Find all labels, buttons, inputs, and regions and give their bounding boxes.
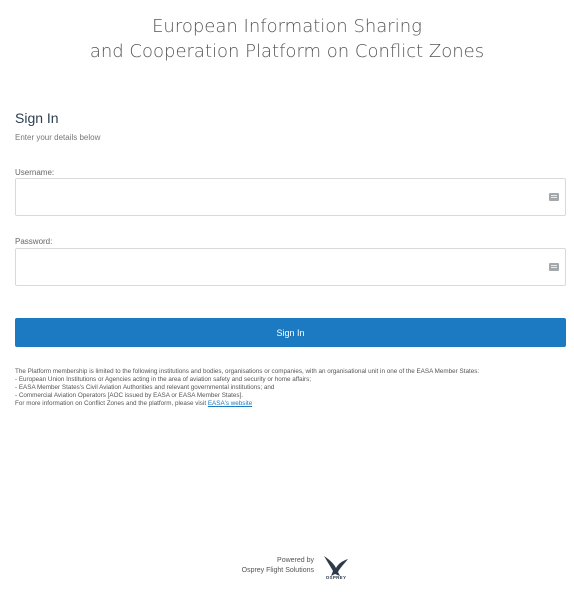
more-info-text: For more information on Conflict Zones a… — [15, 400, 208, 407]
membership-info: The Platform membership is limited to th… — [15, 368, 570, 408]
signin-subtitle: Enter your details below — [15, 133, 101, 142]
membership-info-intro: The Platform membership is limited to th… — [15, 368, 480, 375]
more-info-line: For more information on Conflict Zones a… — [15, 400, 570, 408]
page-title: European Information Sharing and Coopera… — [0, 14, 574, 64]
keyboard-icon[interactable] — [549, 263, 559, 271]
password-input[interactable] — [16, 249, 565, 285]
membership-info-item: - EASA Member States's Civil Aviation Au… — [15, 384, 275, 391]
signin-button[interactable]: Sign In — [15, 318, 566, 347]
membership-info-item: - European Union Institutions or Agencie… — [15, 376, 312, 383]
company-name: Osprey Flight Solutions — [241, 567, 314, 574]
keyboard-icon[interactable] — [549, 193, 559, 201]
membership-info-item: - Commercial Aviation Operators [AOC iss… — [15, 392, 244, 399]
username-field — [15, 178, 566, 216]
powered-by-label: Powered by — [277, 557, 314, 564]
password-field — [15, 248, 566, 286]
page-title-line2: and Cooperation Platform on Conflict Zon… — [89, 41, 485, 62]
signin-heading: Sign In — [15, 110, 59, 126]
password-label: Password: — [15, 237, 53, 246]
osprey-logo-text: OSPREY — [325, 575, 347, 580]
username-input[interactable] — [16, 179, 565, 215]
easa-website-link[interactable]: EASA's website — [208, 400, 252, 407]
page-title-line1: European Information Sharing — [152, 16, 422, 37]
footer: Powered by Osprey Flight Solutions OSPRE… — [232, 552, 372, 586]
username-label: Username: — [15, 168, 55, 177]
powered-by: Powered by Osprey Flight Solutions — [232, 556, 314, 576]
